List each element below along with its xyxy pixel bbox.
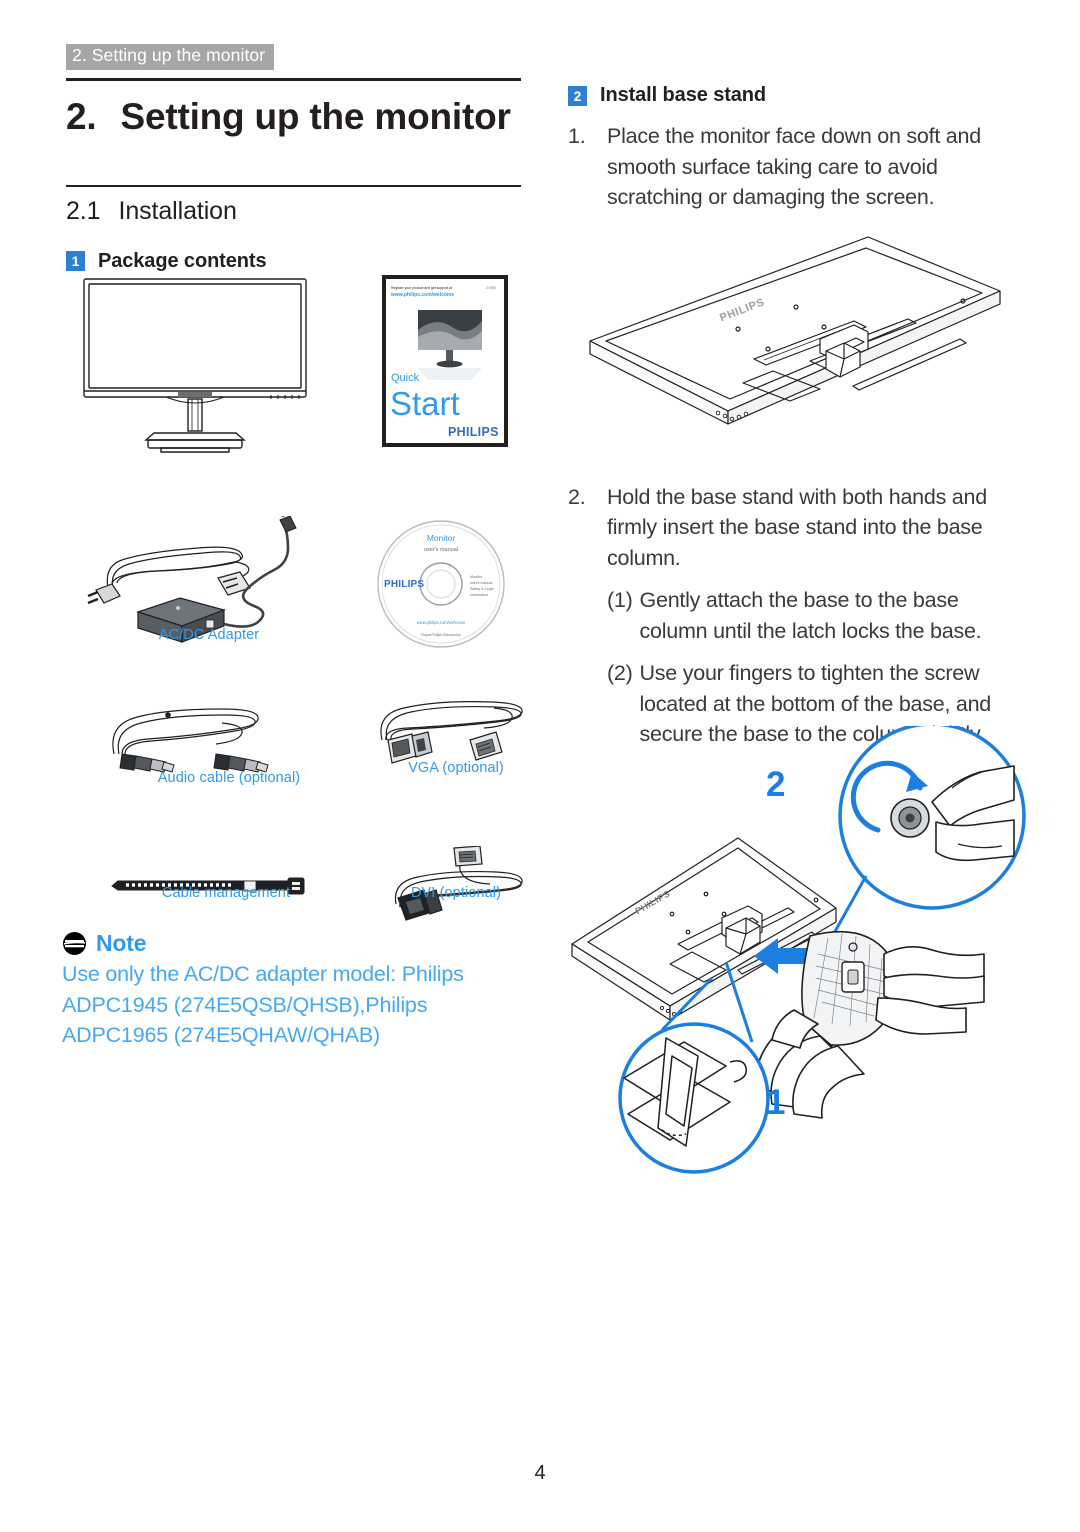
- package-row-monitor-guide: Register your product and get support at…: [83, 275, 508, 453]
- monitor-illustration: [83, 278, 307, 453]
- monitor-face-down-small: PHILIPS: [571, 837, 837, 1021]
- figure-base-attachment: 2 PHILIPS 1: [571, 726, 1026, 1174]
- caption-audio-cable: Audio cable (optional): [157, 770, 301, 786]
- caption-ac-dc-adapter: AC/DC Adapter: [158, 627, 260, 643]
- svg-text:PHILIPS: PHILIPS: [448, 425, 499, 439]
- section-title: Installation: [118, 196, 237, 225]
- chapter-number: 2.: [66, 96, 97, 137]
- badge-1: 1: [66, 251, 85, 272]
- svg-text:PHILIPS: PHILIPS: [384, 579, 424, 590]
- svg-text:Safety & Legal: Safety & Legal: [470, 587, 494, 591]
- note-line-3: ADPC1965 (274E5QHAW/QHAB): [62, 1023, 381, 1048]
- caption-cable-management: Cable management: [161, 885, 291, 901]
- chapter-rule-top: [66, 78, 521, 81]
- note-block: Note Use only the AC/DC adapter model: P…: [62, 930, 522, 1051]
- left-column: 2. Setting up the monitor 2.1 Installati…: [66, 78, 521, 273]
- svg-text:Monitor: Monitor: [470, 575, 483, 579]
- dc-plug: [279, 516, 297, 533]
- step-1: 1. Place the monitor face down on soft a…: [568, 121, 1020, 213]
- subsection-package-contents: 1 Package contents: [66, 250, 521, 273]
- substep-1: (1) Gently attach the base to the base c…: [607, 585, 1020, 646]
- chapter-title: Setting up the monitor: [120, 96, 511, 137]
- subsection-install-base-stand: 2 Install base stand: [568, 84, 1020, 107]
- callout-2-label: 2: [766, 765, 785, 804]
- package-row-audio-vga: [112, 701, 523, 773]
- svg-text:274E5: 274E5: [486, 286, 496, 290]
- callout-1-label: 1: [766, 1083, 785, 1122]
- section-heading: 2.1 Installation: [66, 197, 521, 226]
- note-icon: [63, 932, 86, 955]
- section-number: 2.1: [66, 196, 101, 225]
- caption-dvi-cable: DVI (optional): [410, 885, 502, 901]
- svg-text:Register your product and get: Register your product and get support at: [391, 286, 452, 290]
- note-line-2: ADPC1945 (274E5QSB/QHSB),Philips: [62, 992, 428, 1017]
- step-2-text: Hold the base stand with both hands and …: [607, 484, 987, 570]
- section-rule: [66, 184, 521, 187]
- vga-connector-right: [469, 731, 503, 761]
- substep-1-number: (1): [607, 588, 633, 613]
- svg-text:user's manual: user's manual: [424, 547, 458, 553]
- svg-text:Quick: Quick: [391, 372, 420, 384]
- step-2: 2. Hold the base stand with both hands a…: [568, 482, 1020, 574]
- page-title: 2. Setting up the monitor: [66, 96, 521, 138]
- cd-user-manual: Monitor user's manual PHILIPS Monitor us…: [377, 520, 505, 648]
- substep-1-text: Gently attach the base to the base colum…: [639, 588, 982, 643]
- svg-text:Start: Start: [390, 385, 460, 422]
- vga-connector-left: [387, 731, 433, 764]
- step-1-text: Place the monitor face down on soft and …: [607, 124, 981, 210]
- note-line-1: Use only the AC/DC adapter model: Philip…: [62, 962, 464, 986]
- note-title: Note: [96, 930, 147, 956]
- vga-cable: [380, 701, 523, 741]
- badge-2: 2: [568, 85, 587, 106]
- document-page: 2. Setting up the monitor 2. Setting up …: [0, 0, 1080, 1532]
- step-1-number: 1.: [568, 124, 586, 148]
- svg-text:www.philips.com/welcome: www.philips.com/welcome: [390, 292, 454, 298]
- svg-text:Information: Information: [470, 593, 488, 597]
- running-header: 2. Setting up the monitor: [66, 44, 275, 70]
- install-base-stand-title: Install base stand: [600, 84, 767, 106]
- svg-text:www.philips.com/welcome: www.philips.com/welcome: [417, 620, 466, 625]
- svg-text:Monitor: Monitor: [427, 533, 456, 543]
- svg-text:Royal Philips Electronics: Royal Philips Electronics: [421, 633, 461, 637]
- caption-vga-cable: VGA (optional): [408, 760, 504, 776]
- figure-monitor-face-down: PHILIPS: [589, 235, 1001, 425]
- subsection-title: Package contents: [98, 249, 267, 272]
- step-2-number: 2.: [568, 484, 586, 509]
- right-column: 2 Install base stand 1. Place the monito…: [568, 78, 1020, 750]
- dvi-connector-right: [453, 846, 483, 867]
- note-header: Note: [62, 930, 522, 957]
- svg-text:user's manual: user's manual: [470, 581, 492, 585]
- ac-dc-adapter: [87, 546, 251, 605]
- page-number: 4: [534, 1462, 546, 1484]
- quick-start-guide: Register your product and get support at…: [382, 275, 508, 447]
- screw-head: [890, 798, 930, 838]
- note-text: Use only the AC/DC adapter model: Philip…: [62, 959, 522, 1051]
- audio-cable: [112, 708, 259, 755]
- package-contents-grid: Register your product and get support at…: [66, 275, 526, 946]
